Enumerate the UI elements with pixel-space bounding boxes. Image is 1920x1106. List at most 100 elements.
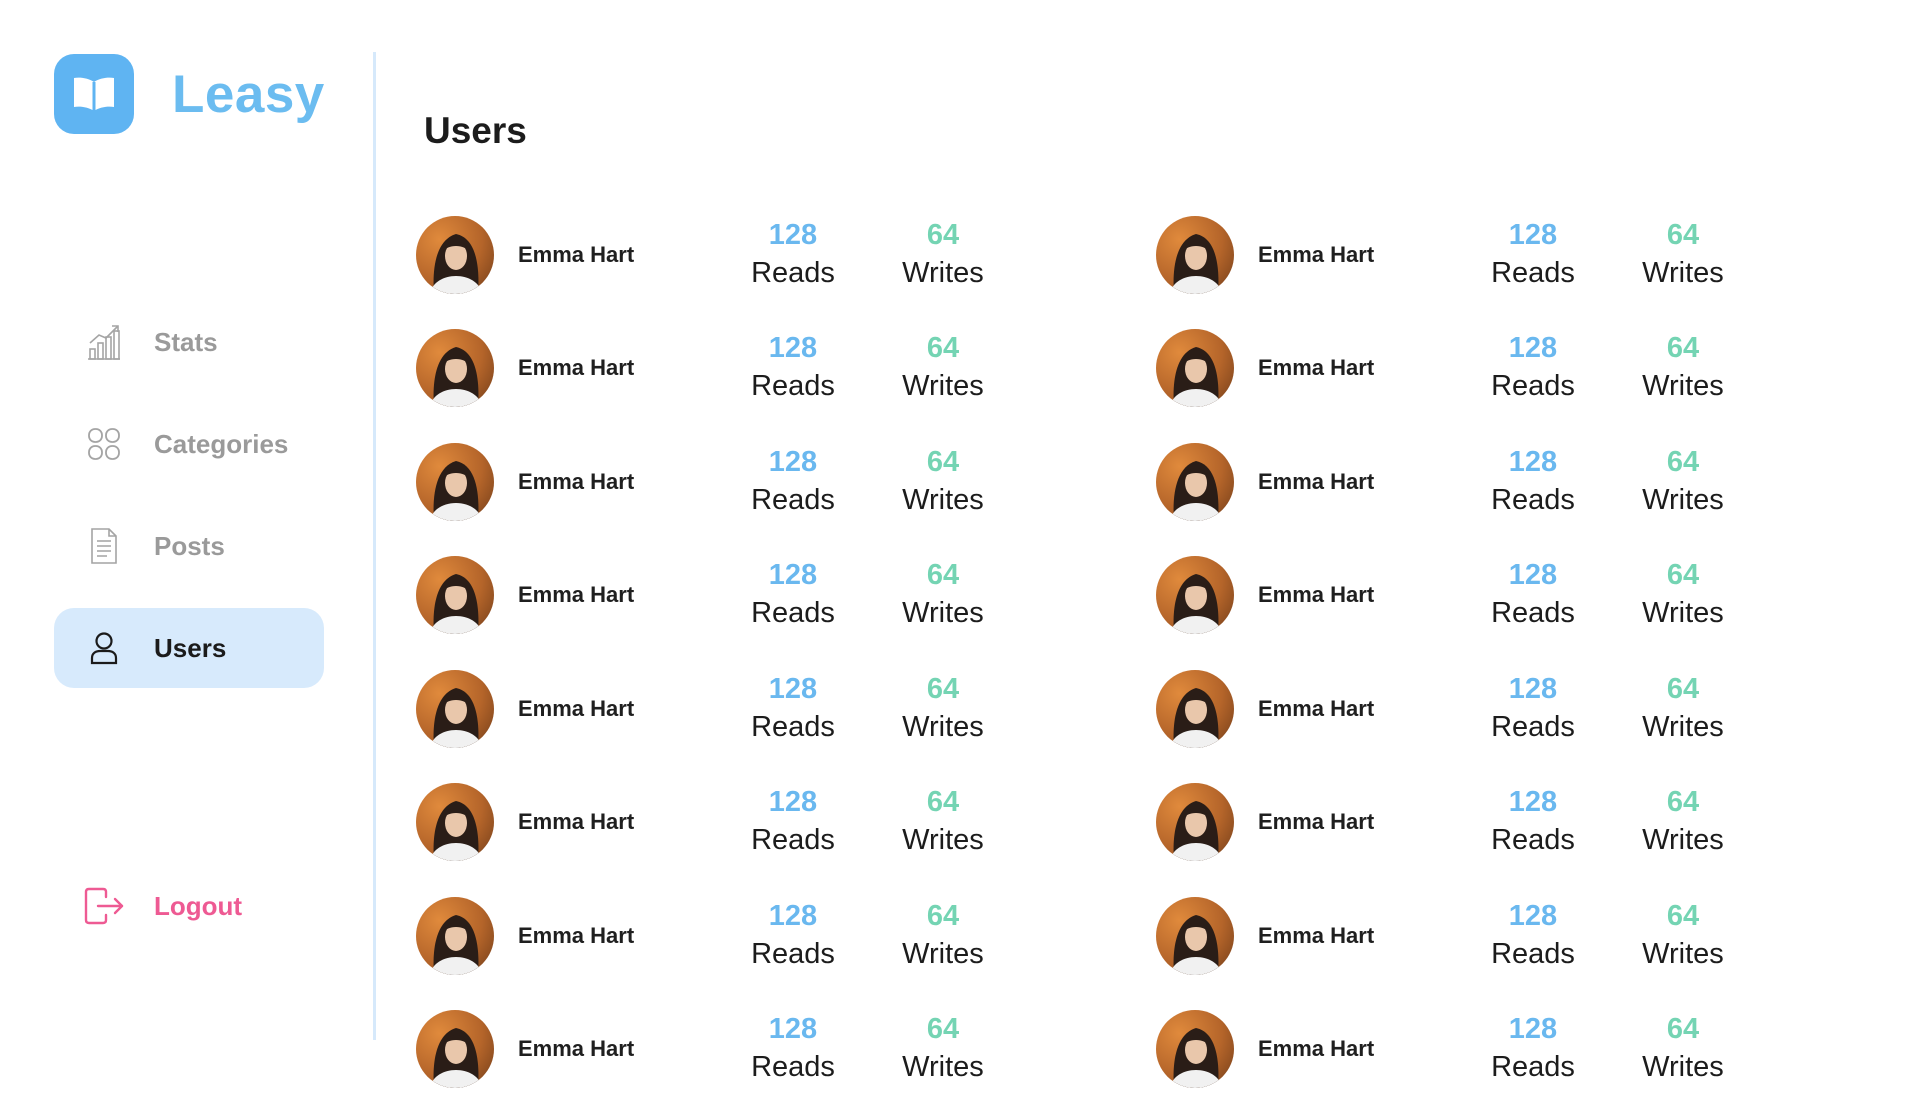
writes-label: Writes xyxy=(1608,934,1758,974)
user-name: Emma Hart xyxy=(518,242,718,268)
user-avatar xyxy=(1156,1010,1234,1088)
reads-stat: 128 Reads xyxy=(718,217,868,293)
app-logo[interactable]: Leasy xyxy=(54,54,325,134)
reads-label: Reads xyxy=(1458,366,1608,406)
reads-label: Reads xyxy=(1458,1047,1608,1087)
user-row[interactable]: Emma Hart 128 Reads 64 Writes xyxy=(1156,539,1876,653)
reads-stat: 128 Reads xyxy=(718,444,868,520)
sidebar-item-label: Stats xyxy=(154,327,218,358)
logout-icon xyxy=(84,886,124,926)
user-name: Emma Hart xyxy=(1258,809,1458,835)
reads-stat: 128 Reads xyxy=(1458,1011,1608,1087)
reads-label: Reads xyxy=(718,366,868,406)
writes-label: Writes xyxy=(1608,366,1758,406)
user-avatar xyxy=(1156,443,1234,521)
user-row[interactable]: Emma Hart 128 Reads 64 Writes xyxy=(416,766,1156,880)
reads-stat: 128 Reads xyxy=(1458,898,1608,974)
user-row[interactable]: Emma Hart 128 Reads 64 Writes xyxy=(416,652,1156,766)
user-row[interactable]: Emma Hart 128 Reads 64 Writes xyxy=(1156,312,1876,426)
user-avatar xyxy=(416,329,494,407)
sidebar-item-users[interactable]: Users xyxy=(54,608,324,688)
user-row[interactable]: Emma Hart 128 Reads 64 Writes xyxy=(1156,993,1876,1106)
reads-stat: 128 Reads xyxy=(1458,217,1608,293)
user-row[interactable]: Emma Hart 128 Reads 64 Writes xyxy=(1156,652,1876,766)
person-photo-icon xyxy=(416,556,494,634)
user-row[interactable]: Emma Hart 128 Reads 64 Writes xyxy=(416,993,1156,1106)
reads-label: Reads xyxy=(718,1047,868,1087)
user-name: Emma Hart xyxy=(1258,582,1458,608)
user-row[interactable]: Emma Hart 128 Reads 64 Writes xyxy=(416,539,1156,653)
writes-stat: 64 Writes xyxy=(868,1011,1018,1087)
user-icon xyxy=(84,628,124,668)
user-avatar xyxy=(1156,783,1234,861)
reads-count: 128 xyxy=(1458,217,1608,253)
logout-button[interactable]: Logout xyxy=(54,866,324,946)
reads-label: Reads xyxy=(718,253,868,293)
user-name: Emma Hart xyxy=(518,809,718,835)
writes-stat: 64 Writes xyxy=(1608,444,1758,520)
user-name: Emma Hart xyxy=(1258,242,1458,268)
writes-label: Writes xyxy=(1608,480,1758,520)
writes-stat: 64 Writes xyxy=(1608,217,1758,293)
person-photo-icon xyxy=(1156,329,1234,407)
person-photo-icon xyxy=(1156,670,1234,748)
reads-count: 128 xyxy=(718,671,868,707)
writes-label: Writes xyxy=(868,593,1018,633)
user-row[interactable]: Emma Hart 128 Reads 64 Writes xyxy=(1156,766,1876,880)
user-name: Emma Hart xyxy=(1258,1036,1458,1062)
reads-count: 128 xyxy=(718,557,868,593)
reads-stat: 128 Reads xyxy=(718,557,868,633)
reads-label: Reads xyxy=(1458,480,1608,520)
sidebar-item-stats[interactable]: Stats xyxy=(54,302,324,382)
user-name: Emma Hart xyxy=(518,923,718,949)
writes-label: Writes xyxy=(868,480,1018,520)
writes-count: 64 xyxy=(1608,217,1758,253)
person-photo-icon xyxy=(1156,897,1234,975)
person-photo-icon xyxy=(1156,556,1234,634)
user-name: Emma Hart xyxy=(518,469,718,495)
sidebar-item-posts[interactable]: Posts xyxy=(54,506,324,586)
reads-label: Reads xyxy=(1458,934,1608,974)
person-photo-icon xyxy=(416,783,494,861)
writes-stat: 64 Writes xyxy=(1608,557,1758,633)
user-row[interactable]: Emma Hart 128 Reads 64 Writes xyxy=(416,879,1156,993)
writes-label: Writes xyxy=(868,934,1018,974)
reads-stat: 128 Reads xyxy=(1458,557,1608,633)
user-row[interactable]: Emma Hart 128 Reads 64 Writes xyxy=(416,312,1156,426)
reads-label: Reads xyxy=(718,593,868,633)
person-photo-icon xyxy=(416,216,494,294)
writes-stat: 64 Writes xyxy=(1608,898,1758,974)
writes-stat: 64 Writes xyxy=(1608,330,1758,406)
user-row[interactable]: Emma Hart 128 Reads 64 Writes xyxy=(1156,879,1876,993)
reads-label: Reads xyxy=(718,707,868,747)
reads-label: Reads xyxy=(718,934,868,974)
sidebar-item-categories[interactable]: Categories xyxy=(54,404,324,484)
writes-count: 64 xyxy=(1608,898,1758,934)
users-list: Emma Hart 128 Reads 64 Writes Emma Hart … xyxy=(416,198,1876,1106)
reads-count: 128 xyxy=(1458,784,1608,820)
user-row[interactable]: Emma Hart 128 Reads 64 Writes xyxy=(1156,425,1876,539)
user-row[interactable]: Emma Hart 128 Reads 64 Writes xyxy=(416,198,1156,312)
writes-count: 64 xyxy=(868,671,1018,707)
user-name: Emma Hart xyxy=(1258,696,1458,722)
writes-count: 64 xyxy=(1608,671,1758,707)
user-avatar xyxy=(416,897,494,975)
sidebar-item-label: Posts xyxy=(154,531,225,562)
writes-stat: 64 Writes xyxy=(868,444,1018,520)
user-name: Emma Hart xyxy=(1258,469,1458,495)
writes-label: Writes xyxy=(868,707,1018,747)
writes-label: Writes xyxy=(1608,253,1758,293)
reads-count: 128 xyxy=(718,1011,868,1047)
reads-label: Reads xyxy=(718,820,868,860)
sidebar-item-label: Categories xyxy=(154,429,288,460)
user-name: Emma Hart xyxy=(1258,355,1458,381)
user-row[interactable]: Emma Hart 128 Reads 64 Writes xyxy=(416,425,1156,539)
writes-stat: 64 Writes xyxy=(1608,784,1758,860)
reads-count: 128 xyxy=(1458,444,1608,480)
user-row[interactable]: Emma Hart 128 Reads 64 Writes xyxy=(1156,198,1876,312)
reads-stat: 128 Reads xyxy=(1458,330,1608,406)
writes-label: Writes xyxy=(1608,593,1758,633)
writes-stat: 64 Writes xyxy=(868,898,1018,974)
reads-count: 128 xyxy=(718,898,868,934)
reads-stat: 128 Reads xyxy=(718,1011,868,1087)
